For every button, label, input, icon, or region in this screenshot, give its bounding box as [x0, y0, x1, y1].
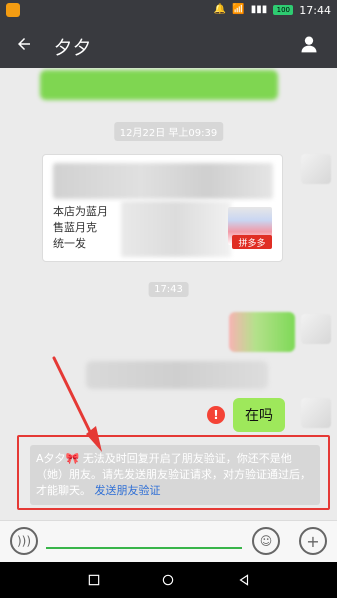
nav-home-icon: [162, 574, 174, 586]
back-arrow-icon: [18, 38, 30, 50]
blurred-sent-image: [229, 312, 295, 352]
nav-recent-button[interactable]: [84, 570, 104, 590]
nav-back-icon: [239, 574, 249, 586]
card-line: 售蓝月克: [53, 221, 97, 234]
message-input[interactable]: [46, 547, 242, 549]
blurred-card-text: [121, 201, 231, 257]
emoji-button[interactable]: ☺: [252, 527, 280, 555]
blurred-received-message: [86, 361, 268, 389]
notification-icon: 🔔: [213, 4, 227, 15]
blurred-card-header: [53, 163, 273, 199]
voice-button[interactable]: ))): [10, 527, 38, 555]
signal-icon: ▮▮▮: [250, 4, 268, 15]
card-line: 统一发: [53, 237, 86, 250]
nav-home-button[interactable]: [158, 570, 178, 590]
system-nav-bar: [0, 562, 337, 598]
status-bar: 🔔 📶 ▮▮▮ 100 17:44: [0, 0, 337, 20]
annotation-arrow-icon: [52, 356, 102, 452]
chat-area[interactable]: 12月22日 早上09:39 本店为蓝月 售蓝月克 统一发 拼多多 17:43 …: [0, 68, 337, 520]
chat-title: 夕夕: [54, 38, 92, 59]
weibo-notification-icon: [6, 3, 20, 17]
voice-icon: ))): [16, 534, 32, 548]
status-right: 🔔 📶 ▮▮▮ 100 17:44: [214, 0, 331, 20]
nav-back-button[interactable]: [234, 570, 254, 590]
avatar[interactable]: [301, 314, 331, 344]
send-failed-icon[interactable]: !: [207, 406, 225, 424]
chat-timestamp: 17:43: [148, 282, 189, 297]
status-time: 17:44: [299, 3, 331, 17]
blurred-sent-message: [40, 70, 278, 100]
back-button[interactable]: [10, 30, 38, 58]
avatar[interactable]: [301, 398, 331, 428]
emoji-icon: ☺: [259, 534, 273, 548]
nav-recent-icon: [88, 574, 100, 586]
title-bar: 夕夕: [0, 20, 337, 68]
pinduoduo-badge: 拼多多: [232, 235, 272, 249]
battery-indicator: 100: [273, 5, 294, 15]
wifi-icon: 📶: [232, 4, 245, 15]
chat-timestamp: 12月22日 早上09:39: [113, 122, 224, 141]
card-line: 本店为蓝月: [53, 205, 108, 218]
input-bar: ))) ☺ +: [0, 520, 337, 562]
plus-button[interactable]: +: [299, 527, 327, 555]
product-card[interactable]: 本店为蓝月 售蓝月克 统一发 拼多多: [42, 154, 283, 262]
send-verification-link[interactable]: 发送朋友验证: [95, 484, 161, 497]
profile-button[interactable]: [295, 30, 323, 58]
avatar[interactable]: [301, 154, 331, 184]
sent-message[interactable]: 在吗: [233, 398, 285, 432]
profile-icon: [301, 36, 317, 53]
plus-icon: +: [306, 531, 320, 551]
